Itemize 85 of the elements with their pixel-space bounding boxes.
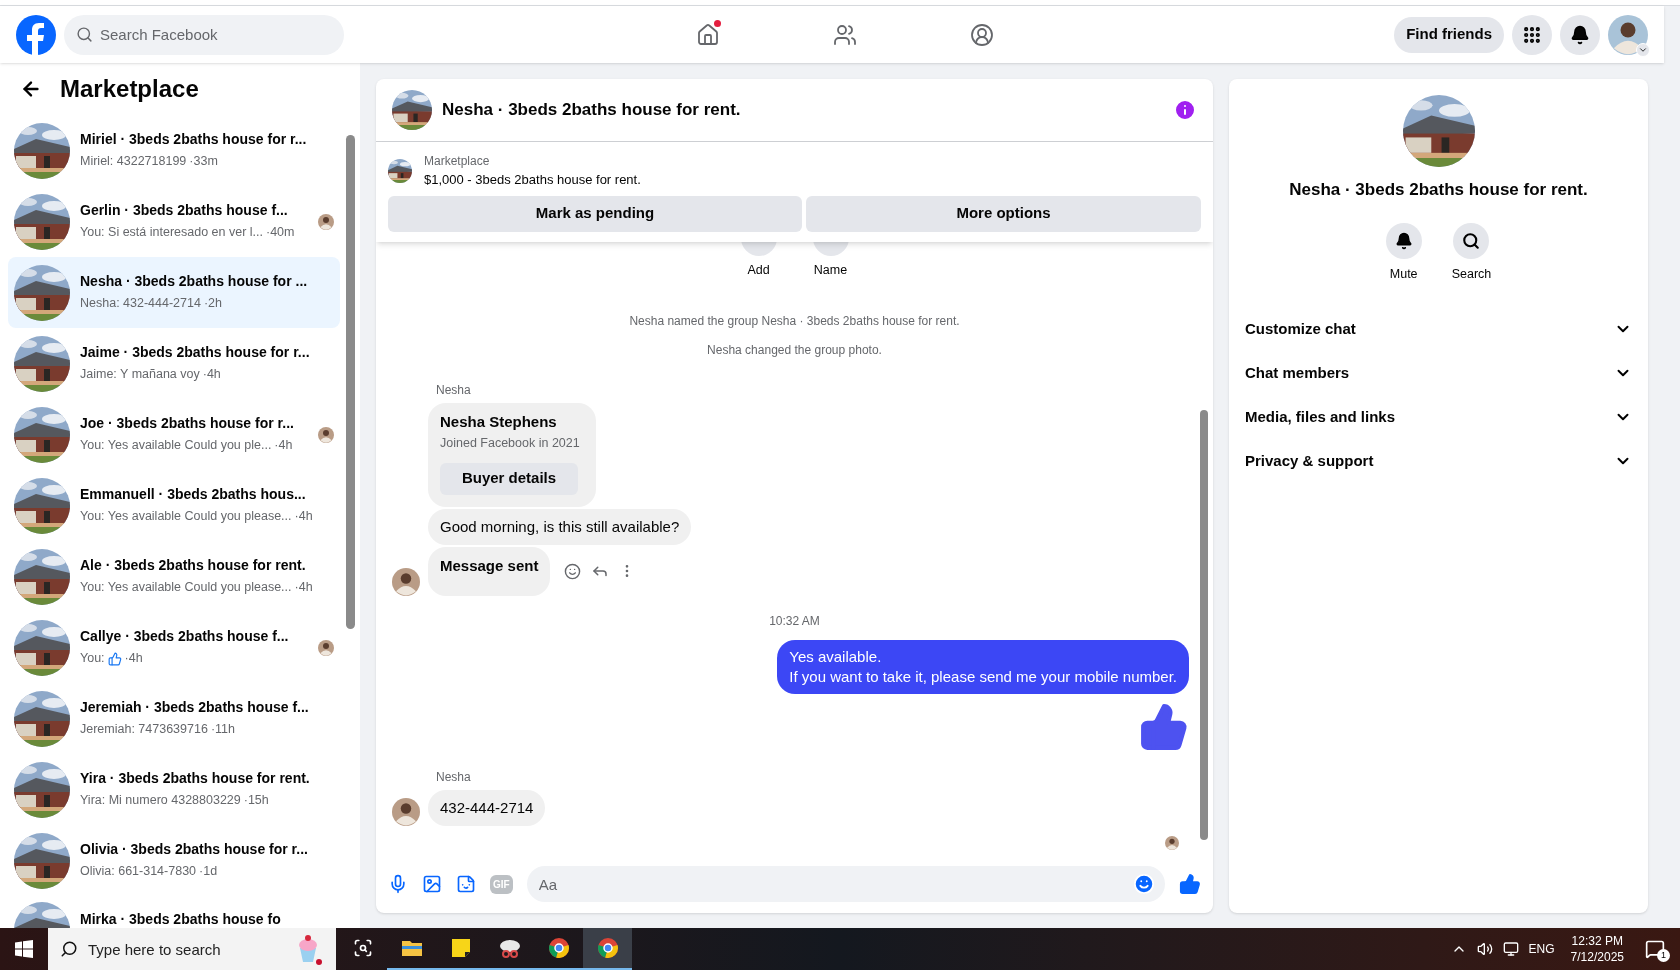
conversation-item[interactable]: Gerlin · 3beds 2baths house f... You: Si está interesado en ver l... ·40m (8, 186, 340, 257)
action-label: Mute (1389, 265, 1418, 283)
system-note: Nesha changed the group photo. (707, 342, 882, 360)
message-time: ·4h (202, 366, 221, 384)
action-label: Name (813, 261, 848, 279)
listing-action-button[interactable]: More options (806, 195, 1201, 232)
message-line: If you want to take it, please send me your mobile number. (789, 666, 1177, 687)
action-label: Add (747, 261, 770, 279)
conversation-item[interactable]: Nesha · 3beds 2baths house for ... Nesha: 432-444-2714 ·2h (8, 257, 340, 328)
details-section[interactable]: Chat members (1245, 351, 1632, 396)
message-preview: You: (80, 650, 105, 668)
message-field[interactable]: Aa (526, 866, 1165, 902)
conversation-title: Ale · 3beds 2baths house for rent. (80, 556, 307, 576)
message-preview: Nesha: 432-444-2714 (80, 295, 201, 313)
message-preview: You: Yes available Could you ple... (80, 437, 272, 455)
section-label: Privacy & support (1245, 451, 1374, 471)
language-indicator[interactable]: ENG (1528, 940, 1555, 958)
listing-summary: $1,000 - 3beds 2baths house for rent. (424, 171, 641, 189)
message-time: ·1d (199, 863, 218, 881)
conversation-title: Jaime · 3beds 2baths house for r... (80, 343, 310, 363)
conversation-item[interactable]: Miriel · 3beds 2baths house for r... Miriel: 4322718199 ·33m (8, 115, 340, 186)
message-preview: You: Si está interesado en ver l... (80, 224, 263, 242)
message-time: ·4h (274, 437, 293, 455)
conversation-item[interactable]: Ale · 3beds 2baths house for rent. You: Yes available Could you please... ·4h (8, 541, 340, 612)
conversation-item[interactable]: Olivia · 3beds 2baths house for r... Olivia: 661-314-7830 ·1d (8, 825, 340, 896)
conversation-title: Miriel · 3beds 2baths house for r... (80, 130, 307, 150)
clock-date[interactable]: 7/12/2025 (1570, 949, 1624, 965)
details-title: Nesha · 3beds 2baths house for rent. (1289, 179, 1588, 201)
message-preview: Miriel: 4322718199 (80, 153, 187, 171)
conversation-item[interactable]: Jaime · 3beds 2baths house for r... Jaime: Y mañana voy ·4h (8, 328, 340, 399)
section-label: Chat members (1245, 363, 1350, 383)
message-bubble: Good morning, is this still available? (428, 508, 692, 545)
conversation-item[interactable]: Yira · 3beds 2baths house for rent. Yira: Mi numero 4328803229 ·15h (8, 754, 340, 825)
message-bubble: Message sent (428, 547, 551, 596)
conversation-item[interactable]: Callye · 3beds 2baths house f... You: ·4h (8, 612, 340, 683)
message-preview: Yira: Mi numero 4328803229 (80, 792, 241, 810)
listing-label: Marketplace (424, 153, 491, 170)
message-time: ·4h (294, 508, 313, 526)
message-preview: You: Yes available Could you please... (80, 579, 292, 597)
section-label: Media, files and links (1245, 407, 1396, 427)
details-section[interactable]: Customize chat (1245, 307, 1632, 352)
details-section[interactable]: Privacy & support (1245, 439, 1632, 484)
conversation-item[interactable]: Emmanuell · 3beds 2baths hous... You: Yes available Could you please... ·4h (8, 470, 340, 541)
conversation-title: Nesha · 3beds 2baths house for ... (80, 272, 308, 292)
timestamp: 10:32 AM (769, 612, 820, 630)
conversation-title: Emmanuell · 3beds 2baths hous... (80, 485, 307, 505)
profile-detail: Joined Facebook in 2021 (440, 434, 581, 452)
conversation-title: Olivia · 3beds 2baths house for r... (80, 840, 308, 860)
sender-name: Nesha (436, 383, 471, 398)
taskbar-search-field[interactable]: Type here to search (48, 928, 336, 970)
conversation-title: Mirka · 3beds 2baths house fo (80, 910, 281, 928)
message-preview: Olivia: 661-314-7830 (80, 863, 197, 881)
sender-name: Nesha (436, 769, 471, 784)
message-time: ·2h (203, 295, 222, 313)
message-time: ·15h (243, 792, 269, 810)
action-label: Search (1451, 265, 1492, 283)
details-section[interactable]: Media, files and links (1245, 395, 1632, 440)
conversation-title: Yira · 3beds 2baths house for rent. (80, 769, 310, 789)
chat-title: Nesha · 3beds 2baths house for rent. (442, 99, 742, 122)
conversation-title: Jeremiah · 3beds 2baths house f... (80, 698, 309, 718)
message-preview: Jeremiah: 7473639716 (80, 721, 208, 739)
system-note: Nesha named the group Nesha · 3beds 2baths house for rent. (629, 313, 960, 331)
message-time: ·40m (266, 224, 295, 242)
search-field[interactable]: Search Facebook (64, 14, 344, 55)
conversation-title: Joe · 3beds 2baths house for r... (80, 414, 294, 434)
listing-action-button[interactable]: Mark as pending (388, 195, 802, 232)
message-line: Yes available. (789, 646, 883, 667)
message-time: ·11h (210, 721, 235, 739)
message-bubble: 432-444-2714 (428, 789, 546, 826)
find-friends-button[interactable]: Find friends (1394, 16, 1504, 53)
section-label: Customize chat (1245, 319, 1356, 339)
conversation-item[interactable]: Jeremiah · 3beds 2baths house f... Jeremiah: 7473639716 ·11h (8, 683, 340, 754)
message-preview: You: Yes available Could you please... (80, 508, 292, 526)
message-time: ·4h (294, 579, 313, 597)
profile-name: Nesha Stephens (440, 412, 558, 433)
message-preview: Jaime: Y mañana voy (80, 366, 200, 384)
sidebar-title: Marketplace (60, 74, 199, 104)
message-time: ·33m (189, 153, 218, 171)
clock-time[interactable]: 12:32 PM (1571, 933, 1623, 949)
message-time: ·4h (124, 650, 143, 668)
notification-count: 1 (1657, 949, 1670, 962)
conversation-title: Callye · 3beds 2baths house f... (80, 627, 289, 647)
conversation-title: Gerlin · 3beds 2baths house f... (80, 201, 289, 221)
buyer-details-button[interactable]: Buyer details (440, 462, 578, 495)
conversation-item[interactable]: Joe · 3beds 2baths house for r... You: Yes available Could you ple... ·4h (8, 399, 340, 470)
